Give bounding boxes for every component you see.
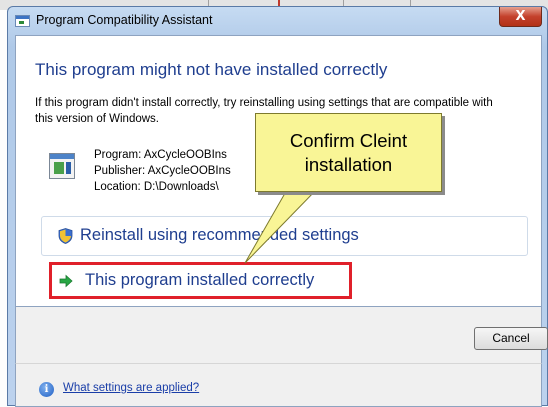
annotation-callout: Confirm Cleint installation xyxy=(255,113,442,192)
button-strip: Cancel xyxy=(15,307,548,363)
green-arrow-icon xyxy=(59,274,73,288)
program-info: Program: AxCycleOOBIns Publisher: AxCycl… xyxy=(94,147,231,195)
program-publisher: Publisher: AxCycleOOBIns xyxy=(94,165,231,177)
settings-applied-link[interactable]: What settings are applied? xyxy=(63,382,199,394)
title-bar[interactable]: Program Compatibility Assistant X xyxy=(8,7,547,35)
installed-correctly-option[interactable]: This program installed correctly xyxy=(49,262,352,299)
reinstall-option[interactable]: Reinstall using recommended settings xyxy=(41,216,528,256)
close-button[interactable]: X xyxy=(499,7,542,27)
info-icon: i xyxy=(39,382,54,397)
shield-icon xyxy=(58,228,73,244)
dialog-footer: i What settings are applied? xyxy=(15,363,542,407)
window-icon xyxy=(15,15,30,27)
reinstall-label: Reinstall using recommended settings xyxy=(80,226,359,244)
window-title: Program Compatibility Assistant xyxy=(36,13,213,27)
program-icon xyxy=(49,153,75,179)
installed-correctly-label: This program installed correctly xyxy=(85,271,315,289)
compatibility-dialog: Program Compatibility Assistant X This p… xyxy=(7,6,548,407)
cancel-button[interactable]: Cancel xyxy=(474,327,548,350)
dialog-heading: This program might not have installed co… xyxy=(35,60,388,79)
program-location: Location: D:\Downloads\ xyxy=(94,181,219,193)
program-name: Program: AxCycleOOBIns xyxy=(94,149,227,161)
